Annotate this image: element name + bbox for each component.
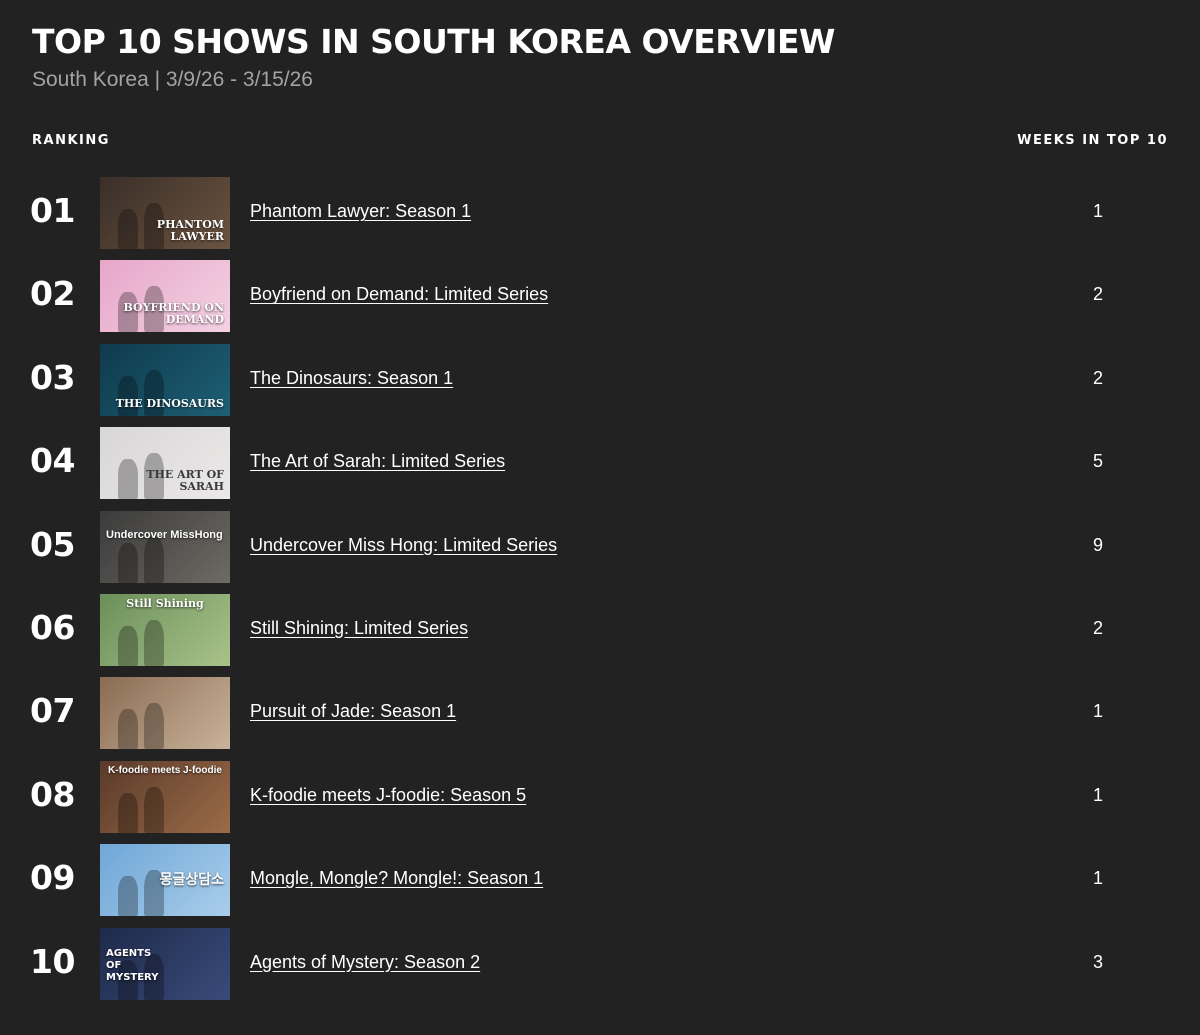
show-title-link[interactable]: Mongle, Mongle? Mongle!: Season 1 xyxy=(250,868,543,889)
show-thumbnail[interactable]: 몽글상담소 xyxy=(100,844,230,917)
show-title-link[interactable]: Pursuit of Jade: Season 1 xyxy=(250,701,456,722)
show-title-link[interactable]: The Dinosaurs: Season 1 xyxy=(250,368,453,389)
page-subtitle: South Korea | 3/9/26 - 3/15/26 xyxy=(32,68,313,91)
show-thumbnail[interactable]: PHANTOM LAWYER xyxy=(100,177,230,249)
show-thumbnail[interactable]: THE ART OF SARAH xyxy=(100,427,230,500)
thumbnail-label: AGENTS OF MYSTERY xyxy=(106,947,159,983)
column-header-weeks: WEEKS IN TOP 10 xyxy=(1017,133,1168,148)
weeks-in-top-10: 1 xyxy=(1092,784,1103,805)
show-thumbnail[interactable] xyxy=(100,677,230,750)
show-thumbnail[interactable]: K-foodie meets J-foodie xyxy=(100,760,230,833)
rank-number: 06 xyxy=(30,607,75,647)
rank-number: 09 xyxy=(30,858,75,898)
rank-number: 03 xyxy=(30,357,75,397)
show-thumbnail[interactable]: Still Shining xyxy=(100,593,230,666)
rank-number: 07 xyxy=(30,691,75,731)
table-row: 10 AGENTS OF MYSTERY Agents of Mystery: … xyxy=(0,926,1200,1009)
weeks-in-top-10: 1 xyxy=(1092,868,1103,889)
table-row: 02 BOYFRIEND ON DEMAND Boyfriend on Dema… xyxy=(0,258,1200,341)
rank-number: 05 xyxy=(30,524,75,564)
show-thumbnail[interactable]: BOYFRIEND ON DEMAND xyxy=(100,260,230,333)
show-title-link[interactable]: Agents of Mystery: Season 2 xyxy=(250,952,480,973)
thumbnail-figure xyxy=(144,786,164,833)
show-title-link[interactable]: Boyfriend on Demand: Limited Series xyxy=(250,284,548,305)
thumbnail-figure xyxy=(144,619,164,666)
table-row: 05 Undercover MissHong Undercover Miss H… xyxy=(0,509,1200,592)
thumbnail-label: Still Shining xyxy=(126,596,204,610)
show-thumbnail[interactable]: Undercover MissHong xyxy=(100,510,230,583)
rank-number: 02 xyxy=(30,274,75,314)
table-row: 07 Pursuit of Jade: Season 1 1 xyxy=(0,675,1200,758)
show-title-link[interactable]: K-foodie meets J-foodie: Season 5 xyxy=(250,785,526,806)
weeks-in-top-10: 5 xyxy=(1092,451,1103,472)
table-row: 04 THE ART OF SARAH The Art of Sarah: Li… xyxy=(0,425,1200,508)
weeks-in-top-10: 2 xyxy=(1092,284,1103,305)
rank-number: 08 xyxy=(30,774,75,814)
table-row: 08 K-foodie meets J-foodie K-foodie meet… xyxy=(0,759,1200,842)
table-row: 03 THE DINOSAURS The Dinosaurs: Season 1… xyxy=(0,342,1200,425)
table-row: 01 PHANTOM LAWYER Phantom Lawyer: Season… xyxy=(0,175,1200,258)
thumbnail-figure xyxy=(144,536,164,583)
thumbnail-figure xyxy=(118,792,138,833)
table-row: 09 몽글상담소 Mongle, Mongle? Mongle!: Season… xyxy=(0,842,1200,925)
column-header-ranking: RANKING xyxy=(32,133,110,148)
thumbnail-label: THE DINOSAURS xyxy=(115,396,224,410)
table-row: 06 Still Shining Still Shining: Limited … xyxy=(0,592,1200,675)
show-title-link[interactable]: Still Shining: Limited Series xyxy=(250,618,468,639)
thumbnail-label: K-foodie meets J-foodie xyxy=(108,764,222,776)
show-thumbnail[interactable]: AGENTS OF MYSTERY xyxy=(100,927,230,1000)
rank-number: 01 xyxy=(30,191,75,230)
thumbnail-figure xyxy=(118,625,138,666)
thumbnail-label: Undercover MissHong xyxy=(106,528,223,541)
thumbnail-figure xyxy=(144,703,164,750)
page-title: TOP 10 SHOWS IN SOUTH KOREA OVERVIEW xyxy=(32,22,835,61)
weeks-in-top-10: 1 xyxy=(1092,701,1103,722)
weeks-in-top-10: 1 xyxy=(1092,201,1103,221)
weeks-in-top-10: 2 xyxy=(1092,617,1103,638)
thumbnail-figure xyxy=(118,542,138,583)
weeks-in-top-10: 9 xyxy=(1092,534,1103,555)
show-title-link[interactable]: Undercover Miss Hong: Limited Series xyxy=(250,535,557,556)
weeks-in-top-10: 2 xyxy=(1092,367,1103,388)
thumbnail-label: PHANTOM LAWYER xyxy=(156,218,224,243)
thumbnail-figure xyxy=(118,709,138,750)
thumbnail-label: BOYFRIEND ON DEMAND xyxy=(123,301,224,327)
rank-number: 10 xyxy=(30,941,75,981)
thumbnail-label: 몽글상담소 xyxy=(159,872,224,889)
show-title-link[interactable]: Phantom Lawyer: Season 1 xyxy=(250,201,471,222)
thumbnail-label: THE ART OF SARAH xyxy=(146,468,224,494)
rank-number: 04 xyxy=(30,441,75,481)
show-thumbnail[interactable]: THE DINOSAURS xyxy=(100,343,230,416)
weeks-in-top-10: 3 xyxy=(1092,951,1103,972)
ranking-list: 01 PHANTOM LAWYER Phantom Lawyer: Season… xyxy=(0,175,1200,1009)
show-title-link[interactable]: The Art of Sarah: Limited Series xyxy=(250,451,505,472)
